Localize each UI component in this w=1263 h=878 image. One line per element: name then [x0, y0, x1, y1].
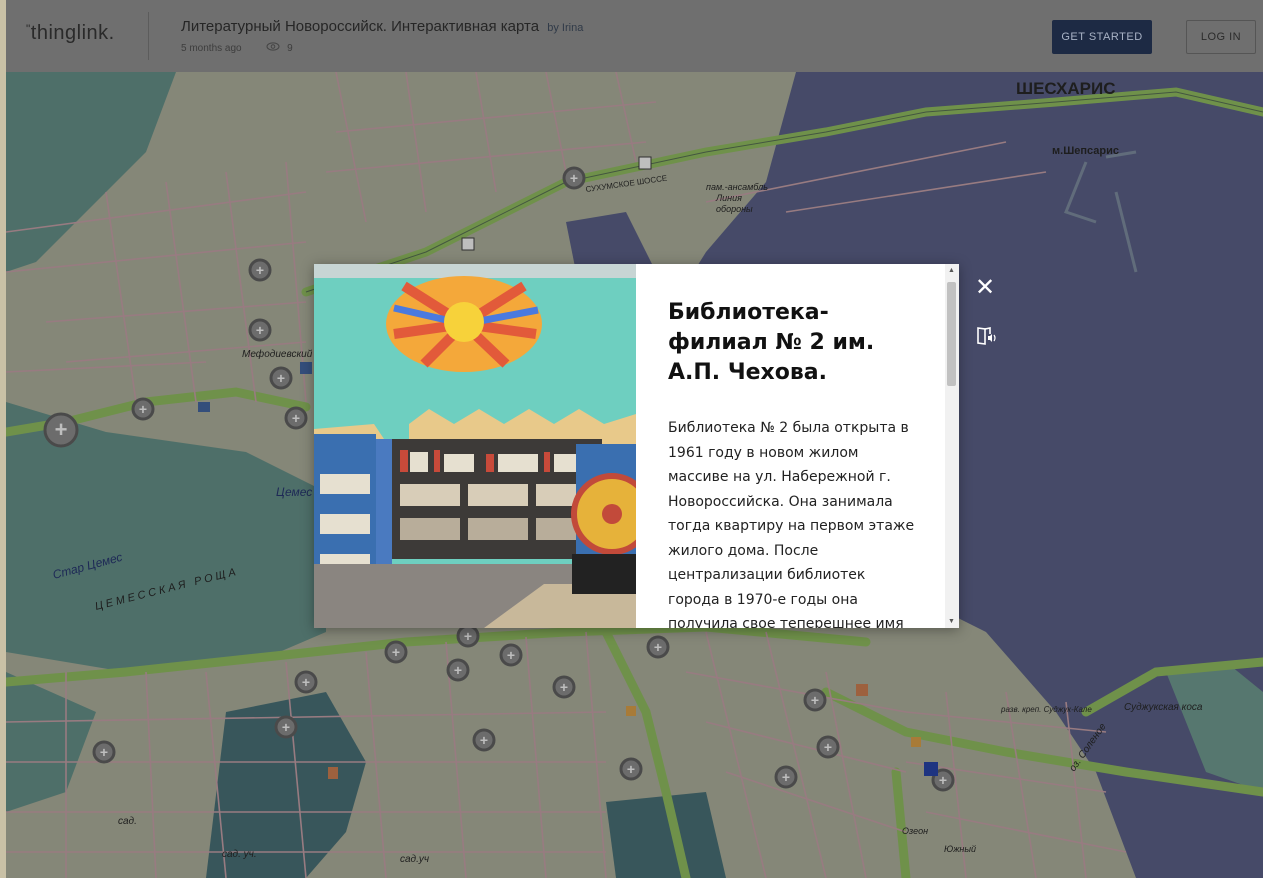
svg-text:+: + [824, 739, 832, 755]
label-tsemes: Цемес [276, 485, 312, 499]
eye-icon [266, 42, 283, 54]
label-memorial-2: Линия [715, 193, 742, 203]
label-sudzhuk: Суджукская коса [1124, 702, 1203, 713]
view-count: 9 [287, 43, 293, 54]
label-yuzhny: Южный [944, 844, 976, 854]
post-meta: 5 months ago 9 [181, 42, 293, 54]
label-shepsarius: м.Шепсарис [1052, 145, 1119, 157]
label-sad-1: сад. [118, 816, 137, 827]
scroll-down-icon[interactable]: ▼ [948, 618, 955, 625]
login-button[interactable]: LOG IN [1186, 20, 1256, 54]
svg-text:+: + [100, 744, 108, 760]
label-ruins: разв. креп. Суджук-Кале [1000, 705, 1092, 714]
label-ozhon: Озеон [902, 826, 928, 836]
svg-text:+: + [627, 761, 635, 777]
top-bar: "thinglink. Литературный Новороссийск. И… [6, 0, 1263, 72]
thinglink-logo[interactable]: "thinglink. [26, 22, 115, 45]
svg-text:+: + [302, 674, 310, 690]
label-sheskharis: ШЕСХАРИС [1016, 79, 1116, 98]
svg-text:+: + [939, 772, 947, 788]
popup-scrollbar[interactable]: ▲ ▼ [945, 264, 959, 628]
scroll-up-icon[interactable]: ▲ [948, 267, 955, 274]
author-link[interactable]: by Irina [547, 22, 583, 34]
svg-text:+: + [811, 692, 819, 708]
svg-text:+: + [782, 769, 790, 785]
page-title: Литературный Новороссийск. Интерактивная… [181, 18, 583, 35]
scrollbar-thumb[interactable] [947, 282, 956, 386]
svg-text:+: + [256, 262, 264, 278]
svg-text:+: + [654, 639, 662, 655]
svg-text:+: + [55, 417, 68, 442]
svg-text:+: + [507, 647, 515, 663]
label-memorial: пам.-ансамбль [706, 182, 768, 192]
popup-text-pane[interactable]: Библиотека-филиал № 2 им. А.П. Чехова. Б… [636, 264, 959, 628]
svg-text:+: + [480, 732, 488, 748]
svg-text:+: + [256, 322, 264, 338]
svg-text:+: + [454, 662, 462, 678]
popup-description: Библиотека № 2 была открыта в 1961 году … [668, 420, 915, 628]
post-age: 5 months ago [181, 43, 242, 54]
svg-text:+: + [392, 644, 400, 660]
label-mefodievsky: Мефодиевский [242, 348, 313, 360]
immersive-reader-icon[interactable] [975, 325, 997, 352]
svg-text:+: + [139, 401, 147, 417]
header-divider [148, 12, 149, 60]
get-started-button[interactable]: GET STARTED [1052, 20, 1152, 54]
svg-text:+: + [560, 679, 568, 695]
svg-text:+: + [282, 719, 290, 735]
library-photo [314, 264, 636, 628]
close-icon[interactable]: ✕ [975, 276, 995, 300]
svg-text:+: + [292, 410, 300, 426]
svg-text:+: + [570, 170, 578, 186]
label-sad-3: сад.уч [400, 854, 429, 865]
popup-title: Библиотека-филиал № 2 им. А.П. Чехова. [668, 300, 875, 385]
label-sad-2: сад. уч. [222, 849, 257, 860]
title-text: Литературный Новороссийск. Интерактивная… [181, 18, 540, 35]
svg-text:+: + [277, 370, 285, 386]
hotspot-popup: Библиотека-филиал № 2 им. А.П. Чехова. Б… [314, 264, 959, 628]
svg-text:+: + [464, 628, 472, 644]
label-memorial-3: обороны [716, 204, 753, 214]
